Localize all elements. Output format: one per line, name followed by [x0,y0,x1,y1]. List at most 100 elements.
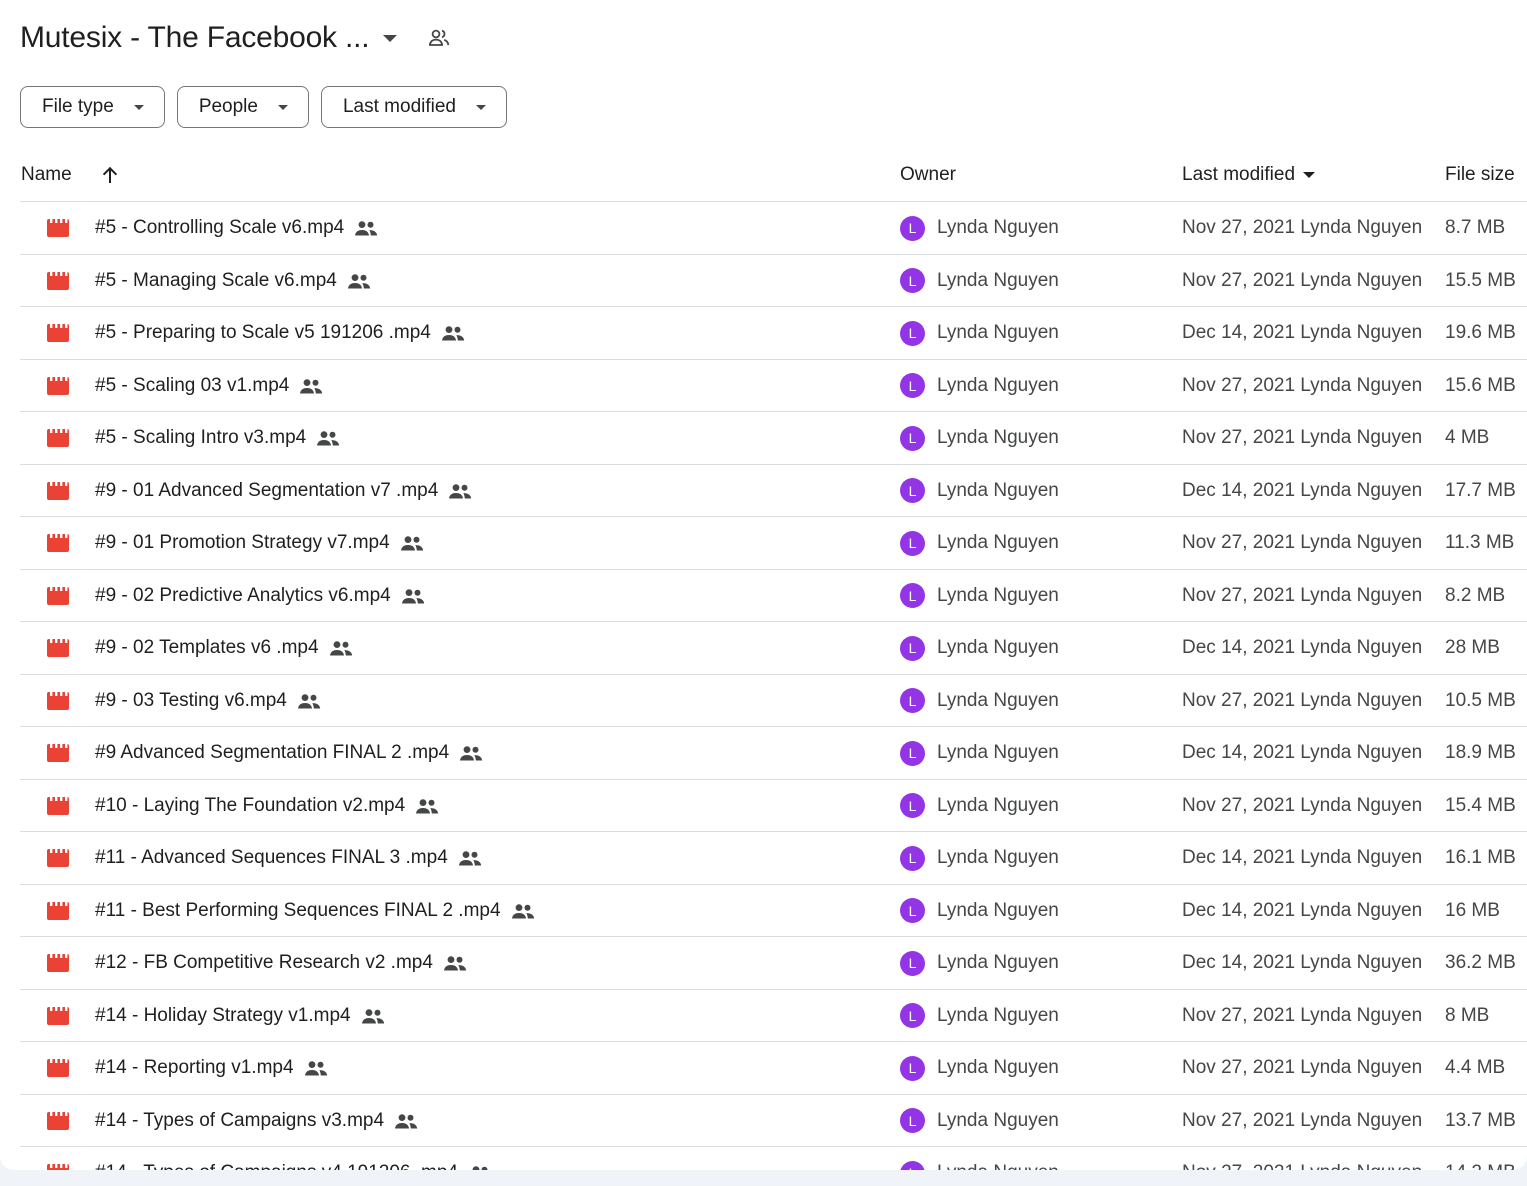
last-modified-filter[interactable]: Last modified [320,86,507,128]
shared-people-icon [329,640,353,656]
file-name: #9 - 01 Advanced Segmentation v7 .mp4 [95,479,439,501]
owner-cell: L Lynda Nguyen [900,517,1059,569]
drive-folder-panel: Mutesix - The Facebook ... File type Peo… [0,0,1527,1170]
file-name: #12 - FB Competitive Research v2 .mp4 [95,952,433,973]
owner-cell: L Lynda Nguyen [900,937,1059,989]
file-row[interactable]: #9 - 02 Templates v6 .mp4 L Lynda Nguyen… [20,622,1527,675]
file-name-cell: #5 - Scaling Intro v3.mp4 [95,412,340,464]
video-file-icon [47,937,69,989]
folder-title-bar: Mutesix - The Facebook ... [20,14,451,62]
file-name: #9 - 02 Predictive Analytics v6.mp4 [95,584,391,606]
file-row[interactable]: #10 - Laying The Foundation v2.mp4 L Lyn… [20,780,1527,832]
file-name-cell: #12 - FB Competitive Research v2 .mp4 [95,937,467,989]
file-name: #5 - Scaling 03 v1.mp4 [95,374,290,396]
file-row[interactable]: #5 - Controlling Scale v6.mp4 L Lynda Ng… [20,202,1527,255]
file-row[interactable]: #14 - Types of Campaigns v3.mp4 L Lynda … [20,1095,1527,1147]
column-header-last-modified[interactable]: Last modified [1182,148,1316,202]
file-name-cell: #11 - Best Performing Sequences FINAL 2 … [95,885,535,937]
last-modified-cell: Nov 27, 2021 Lynda Nguyen [1182,269,1423,291]
file-size-cell: 13.7 MB [1445,1109,1516,1131]
avatar: L [900,215,925,241]
file-name-cell: #5 - Managing Scale v6.mp4 [95,255,371,307]
last-modified-cell: Nov 27, 2021 Lynda Nguyen [1182,689,1423,711]
file-size-cell: 4.4 MB [1445,1057,1506,1078]
last-modified-cell: Nov 27, 2021 Lynda Nguyen [1182,374,1423,396]
file-row[interactable]: #14 - Reporting v1.mp4 L Lynda Nguyen No… [20,1042,1527,1095]
shared-people-icon [299,378,323,394]
file-size-cell: 11.3 MB [1445,532,1515,553]
folder-title[interactable]: Mutesix - The Facebook ... [20,21,370,55]
last-modified-cell: Nov 27, 2021 Lynda Nguyen [1182,217,1423,238]
video-file-icon [47,622,69,674]
file-size-cell: 4 MB [1445,427,1490,448]
file-row[interactable]: #11 - Advanced Sequences FINAL 3 .mp4 L … [20,832,1527,885]
file-row[interactable]: #14 - Types of Campaigns v4 191206 .mp4 … [20,1147,1527,1170]
file-row[interactable]: #12 - FB Competitive Research v2 .mp4 L … [20,937,1527,990]
file-row[interactable]: #14 - Holiday Strategy v1.mp4 L Lynda Ng… [20,990,1527,1042]
video-file-icon [47,412,69,464]
file-row[interactable]: #9 - 01 Promotion Strategy v7.mp4 L Lynd… [20,517,1527,570]
avatar: L [900,1055,925,1081]
last-modified-cell: Nov 27, 2021 Lynda Nguyen [1182,584,1423,606]
file-row[interactable]: #5 - Scaling Intro v3.mp4 L Lynda Nguyen… [20,412,1527,465]
file-name: #11 - Best Performing Sequences FINAL 2 … [95,899,501,921]
owner-name: Lynda Nguyen [937,532,1059,553]
column-header-owner[interactable]: Owner [900,148,956,202]
avatar: L [900,1108,925,1133]
avatar: L [900,845,925,871]
file-name-cell: #9 - 02 Templates v6 .mp4 [95,622,353,674]
file-name-cell: #5 - Controlling Scale v6.mp4 [95,202,378,254]
file-size-cell: 18.9 MB [1445,742,1516,763]
file-name-cell: #9 - 03 Testing v6.mp4 [95,675,321,727]
last-modified-filter-label: Last modified [342,96,456,117]
file-row[interactable]: #9 Advanced Segmentation FINAL 2 .mp4 L … [20,727,1527,780]
owner-cell: L Lynda Nguyen [900,570,1059,622]
owner-name: Lynda Nguyen [937,374,1059,396]
people-filter[interactable]: People [176,86,309,128]
avatar: L [900,688,925,713]
owner-cell: L Lynda Nguyen [900,1147,1059,1170]
file-name-cell: #14 - Holiday Strategy v1.mp4 [95,990,385,1042]
last-modified-cell: Dec 14, 2021 Lynda Nguyen [1182,742,1423,763]
file-row[interactable]: #9 - 03 Testing v6.mp4 L Lynda Nguyen No… [20,675,1527,727]
owner-name: Lynda Nguyen [937,1162,1059,1170]
file-row[interactable]: #5 - Managing Scale v6.mp4 L Lynda Nguye… [20,255,1527,307]
file-size-cell: 15.4 MB [1445,794,1516,816]
file-row[interactable]: #9 - 02 Predictive Analytics v6.mp4 L Ly… [20,570,1527,622]
shared-people-icon [511,903,535,919]
column-header-name[interactable]: Name [21,148,72,202]
column-header-file-size[interactable]: File size [1445,148,1515,202]
shared-people-icon [468,1165,492,1170]
arrow-up-icon[interactable] [100,148,120,202]
file-row[interactable]: #5 - Preparing to Scale v5 191206 .mp4 L… [20,307,1527,360]
owner-name: Lynda Nguyen [937,584,1059,606]
owner-name: Lynda Nguyen [937,952,1059,973]
file-name-cell: #10 - Laying The Foundation v2.mp4 [95,780,439,832]
last-modified-cell: Dec 14, 2021 Lynda Nguyen [1182,847,1423,868]
file-name-cell: #14 - Types of Campaigns v3.mp4 [95,1095,418,1147]
last-modified-cell: Dec 14, 2021 Lynda Nguyen [1182,637,1423,658]
file-row[interactable]: #9 - 01 Advanced Segmentation v7 .mp4 L … [20,465,1527,517]
file-name: #14 - Reporting v1.mp4 [95,1057,294,1078]
last-modified-cell: Nov 27, 2021 Lynda Nguyen [1182,1004,1423,1026]
owner-cell: L Lynda Nguyen [900,307,1059,359]
video-file-icon [47,517,69,569]
video-file-icon [47,885,69,937]
file-type-filter[interactable]: File type [20,86,165,128]
video-file-icon [47,202,69,254]
file-size-cell: 8 MB [1445,1004,1490,1026]
file-row[interactable]: #5 - Scaling 03 v1.mp4 L Lynda Nguyen No… [20,360,1527,412]
shared-folder-icon[interactable] [427,26,451,50]
file-row[interactable]: #11 - Best Performing Sequences FINAL 2 … [20,885,1527,937]
video-file-icon [47,990,69,1042]
avatar: L [900,950,925,976]
owner-name: Lynda Nguyen [937,217,1059,238]
last-modified-cell: Dec 14, 2021 Lynda Nguyen [1182,952,1423,973]
chevron-down-icon[interactable] [383,34,398,42]
video-file-icon [47,360,69,412]
owner-name: Lynda Nguyen [937,742,1059,763]
owner-name: Lynda Nguyen [937,269,1059,291]
shared-people-icon [401,588,425,604]
file-name-cell: #5 - Scaling 03 v1.mp4 [95,360,323,412]
file-name-cell: #9 Advanced Segmentation FINAL 2 .mp4 [95,727,483,779]
